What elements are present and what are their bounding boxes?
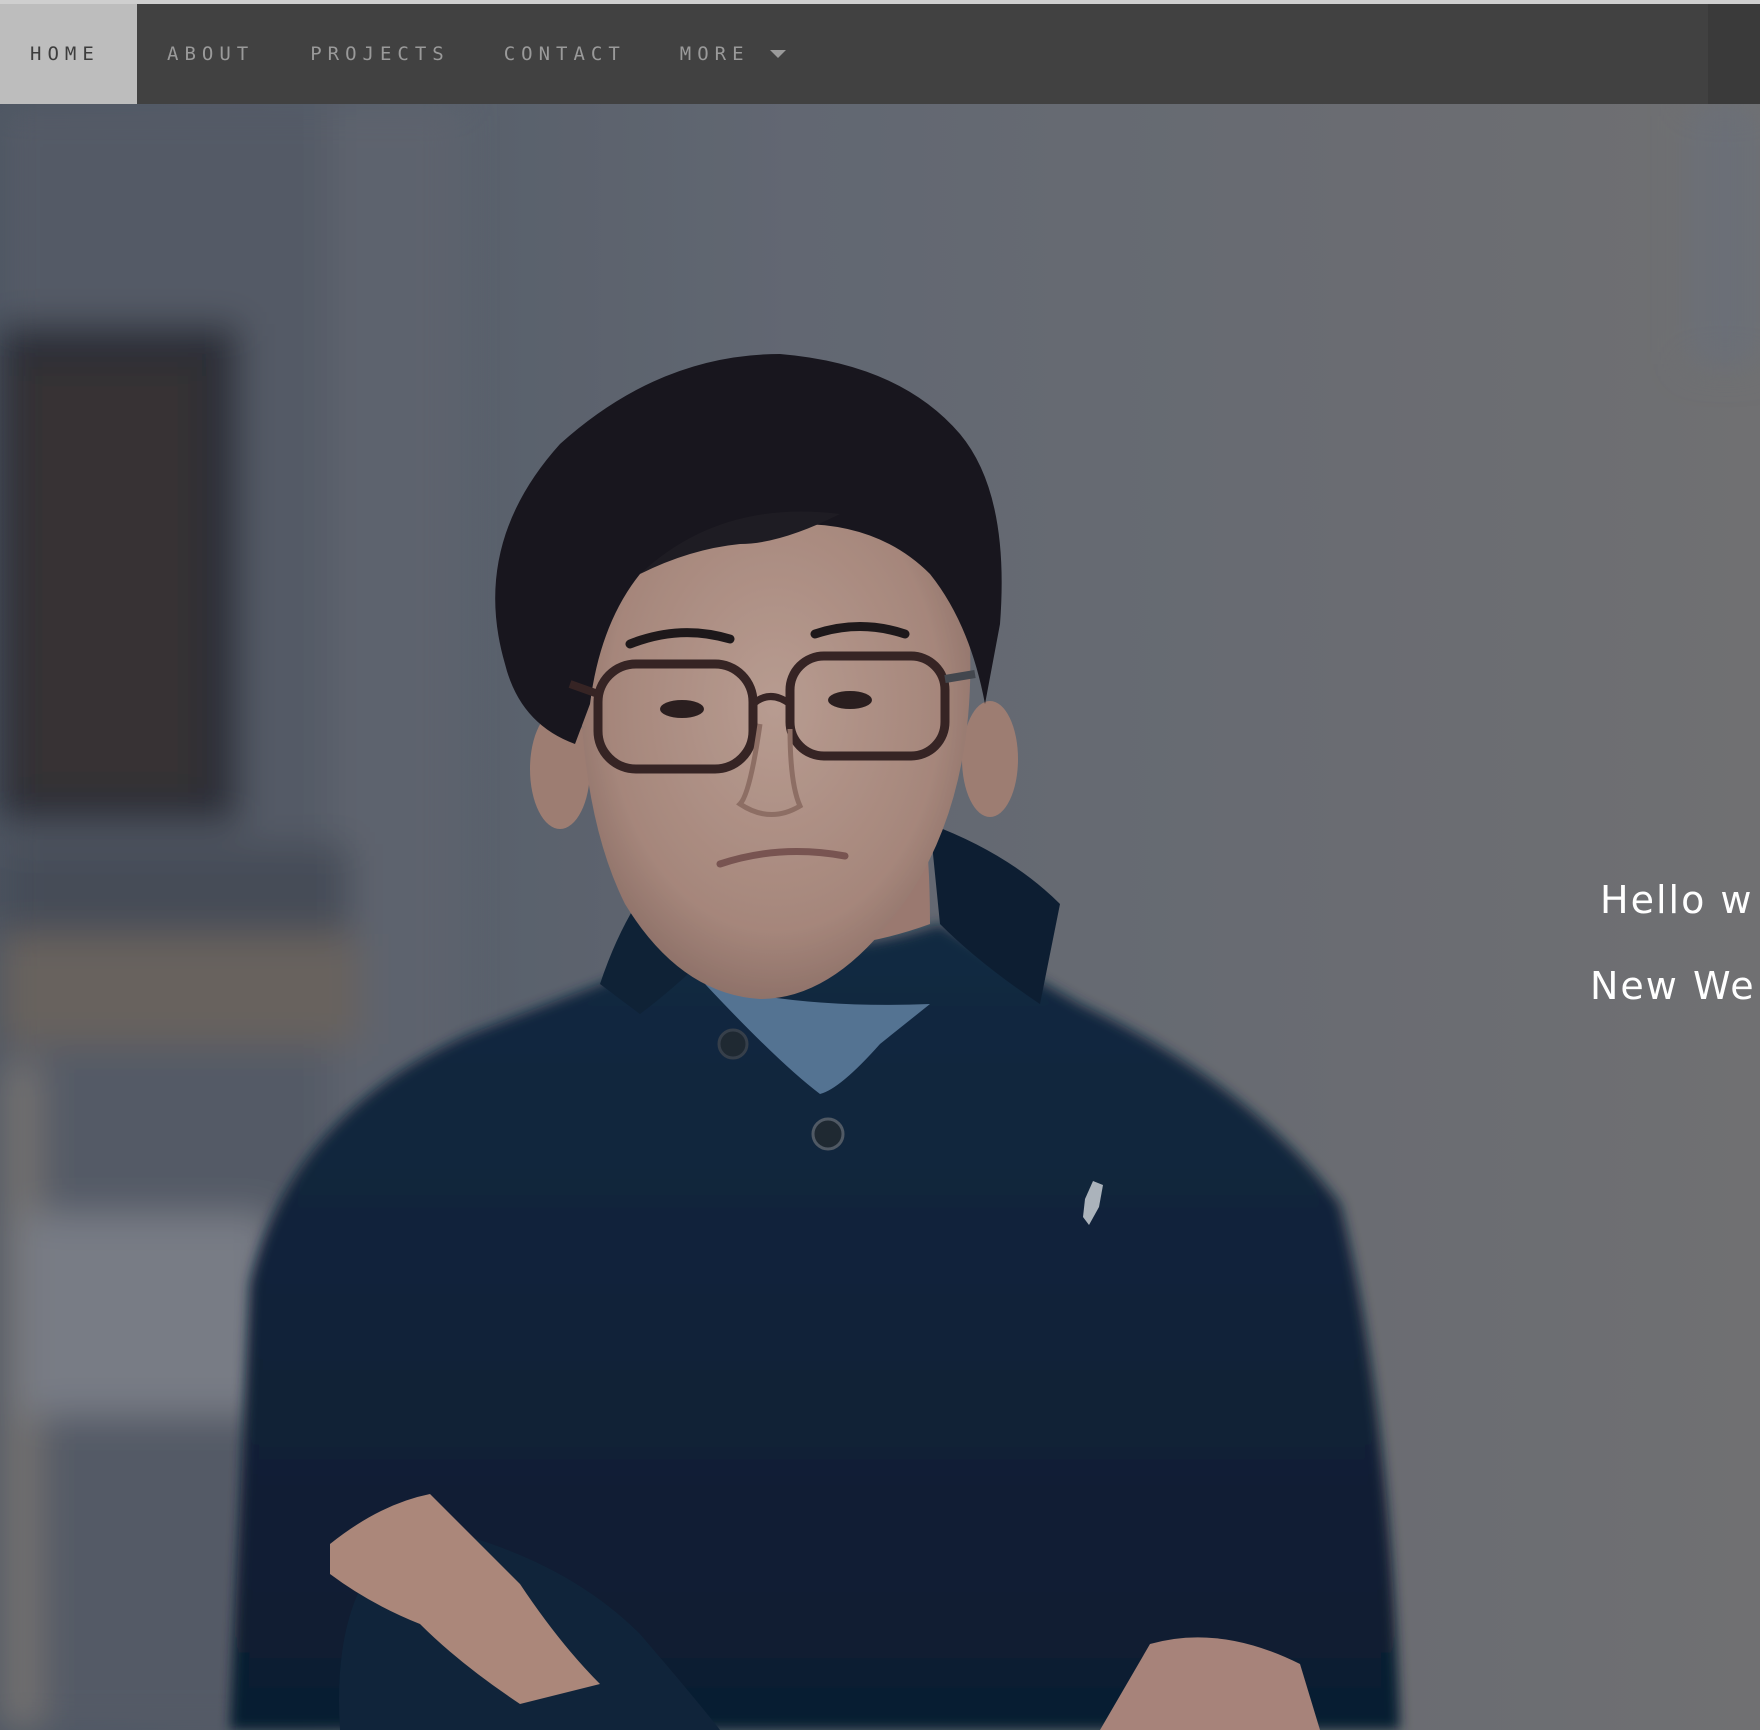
navbar-right-edge [1708, 4, 1760, 104]
hero-greeting-line-1: Hello w [1600, 878, 1754, 922]
nav-item-contact[interactable]: CONTACT [480, 4, 656, 104]
hero-section [0, 104, 1760, 1730]
top-border [0, 0, 1760, 4]
nav-item-home[interactable]: HOME [0, 4, 137, 104]
hero-greeting-line-2: New We [1590, 964, 1756, 1008]
nav-item-home-label: HOME [30, 43, 100, 65]
hero-dark-overlay [0, 104, 1760, 1730]
chevron-down-icon [769, 50, 786, 58]
nav-item-about[interactable]: ABOUT [137, 4, 286, 104]
nav-item-contact-label: CONTACT [503, 43, 626, 65]
nav-item-about-label: ABOUT [167, 43, 255, 65]
main-navbar: HOME ABOUT PROJECTS CONTACT MORE [0, 4, 1760, 104]
nav-item-projects-label: PROJECTS [310, 43, 450, 65]
nav-item-projects[interactable]: PROJECTS [286, 4, 480, 104]
nav-item-more[interactable]: MORE [656, 4, 816, 104]
nav-item-more-label: MORE [679, 43, 750, 65]
